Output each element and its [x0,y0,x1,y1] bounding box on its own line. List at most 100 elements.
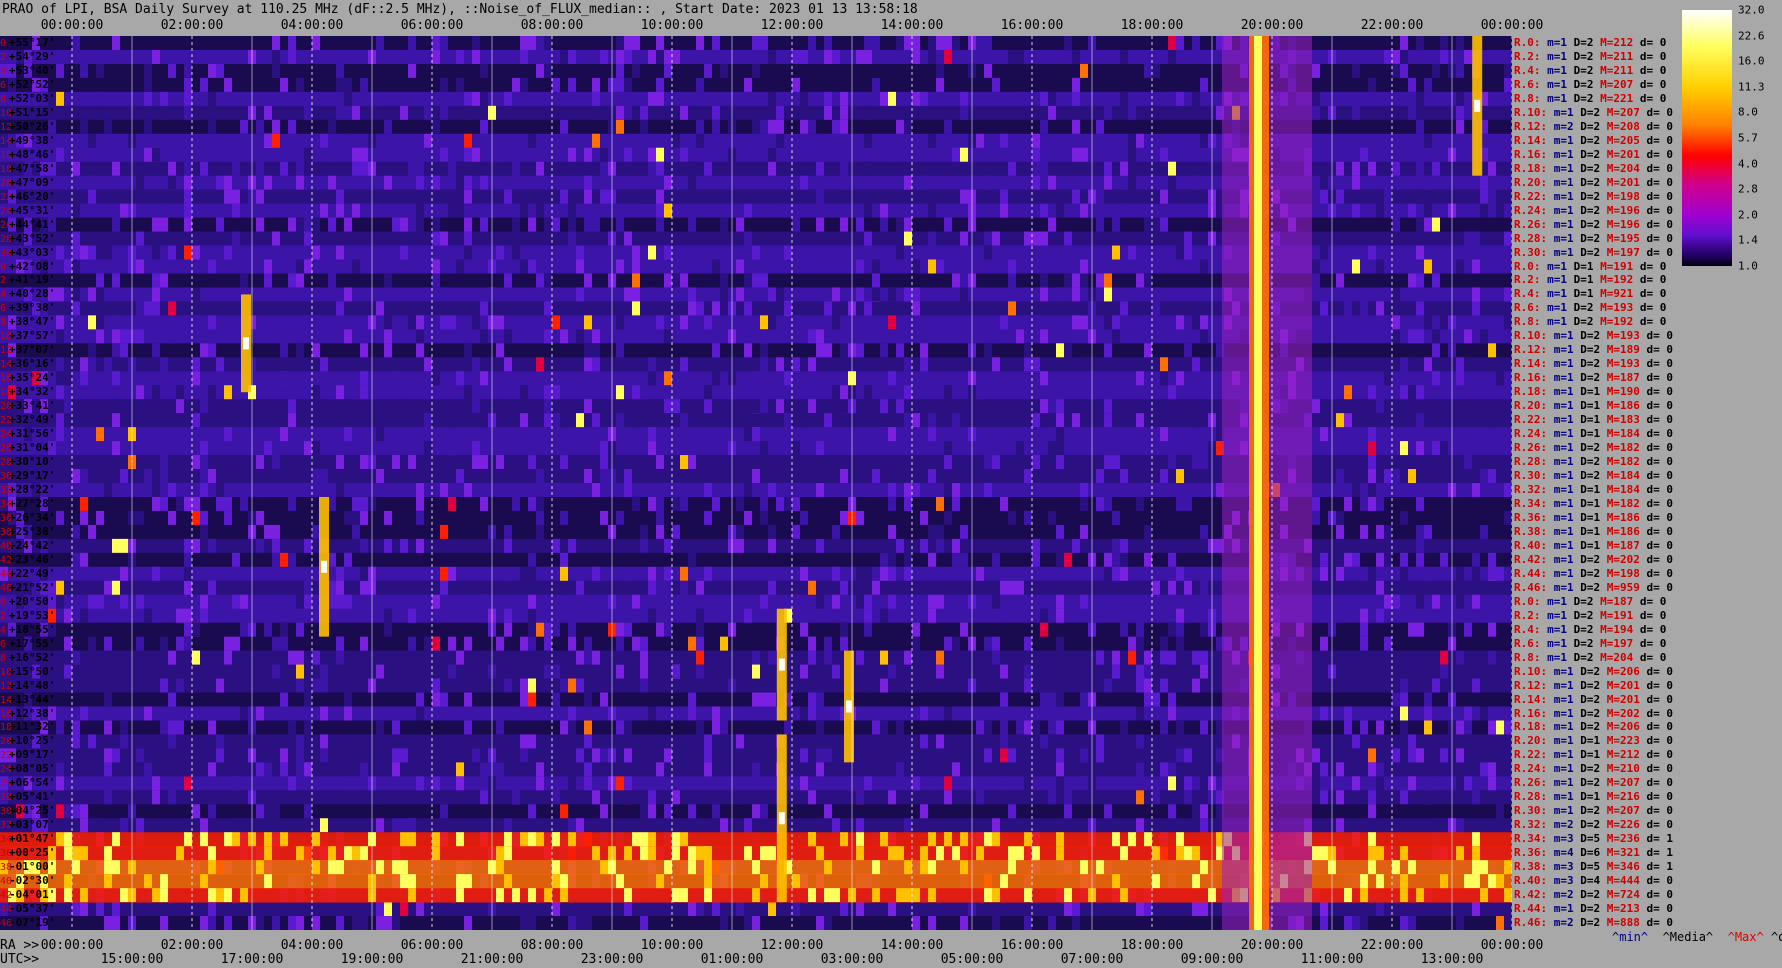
noise-cell [336,455,344,470]
stat-field: R.12: [1514,678,1548,692]
noise-cell [536,664,544,679]
noise-cell [296,678,304,693]
noise-cell [504,538,512,553]
stat-field: m=1 [1547,441,1574,455]
beam-index: 22 [0,415,13,427]
noise-cell [936,594,944,609]
declination-value: +48°46' [9,147,56,161]
noise-cell [72,720,80,735]
noise-cell [696,650,704,665]
noise-cell [504,91,512,106]
noise-cell [64,664,72,679]
noise-cell [360,636,368,651]
noise-cell [416,329,424,344]
noise-cell [304,580,312,595]
noise-cell [312,469,320,483]
noise-cell [1160,678,1168,693]
band-cell [680,888,688,903]
noise-cell [688,455,696,470]
stat-field: d= 0 [1633,63,1667,77]
noise-cell [752,664,760,679]
colorbar-tick: 5.7 [1738,131,1758,145]
declination-label: 18+34°32' [0,385,55,398]
stat-field: R.10: [1514,329,1548,343]
stat-field: R.38: [1514,524,1548,538]
stat-field: M=193 [1593,301,1634,315]
noise-cell [840,636,848,651]
noise-cell [112,399,120,414]
noise-cell [224,189,232,204]
noise-cell [416,692,424,707]
noise-cell [568,678,576,693]
noise-cell [424,636,432,651]
noise-cell [96,315,104,330]
band-cell [1032,846,1040,861]
colorbar-tick: 8.0 [1738,105,1758,119]
noise-cell [1424,259,1432,274]
noise-cell [1488,664,1496,679]
noise-cell [240,133,248,148]
stat-field: m=3 [1547,832,1574,846]
noise-cell [312,217,320,232]
noise-cell [360,343,368,358]
noise-cell [288,916,296,930]
noise-cell [528,496,536,511]
noise-cell [1432,273,1440,288]
noise-cell [768,650,776,665]
stat-field: M=223 [1600,734,1640,748]
band-cell [408,888,416,903]
noise-cell [264,622,272,637]
noise-cell [272,916,280,930]
stat-field: D=1 [1573,510,1601,524]
noise-cell [1168,762,1176,777]
noise-cell [656,189,664,204]
declination-value: +54°29' [9,49,56,63]
noise-cell [400,245,408,260]
stat-field: R.36: [1514,510,1548,524]
noise-cell [912,483,920,497]
noise-cell [824,902,832,917]
beam-stat-row: R.12: m=1 D=2 M=201 d= 0 [1514,679,1673,692]
stat-field: m=1 [1547,371,1574,385]
declination-label: 6 +17°55' [0,637,55,650]
stat-field: D=2 [1573,105,1601,119]
noise-cell [208,580,216,595]
noise-cell [1072,77,1080,92]
noise-cell [200,287,208,302]
noise-cell [1320,301,1328,316]
noise-cell [224,175,232,190]
noise-cell [1040,692,1048,707]
noise-cell [616,343,624,358]
noise-cell [920,175,928,190]
noise-cell [1048,175,1056,190]
declination-value: +32°49' [9,413,56,427]
noise-cell [112,441,120,456]
noise-cell [528,608,536,623]
noise-cell [160,636,168,651]
stat-field: d= 0 [1639,133,1673,147]
noise-cell [208,259,216,274]
noise-cell [1504,483,1512,497]
noise-cell [776,287,784,302]
noise-cell [448,413,456,428]
noise-cell [792,49,800,64]
band-cell [920,860,928,875]
noise-cell [1112,315,1120,330]
noise-cell [568,203,576,218]
noise-cell [1336,510,1344,525]
noise-cell [272,664,280,679]
noise-cell [440,287,448,302]
declination-label: 38-01°00' [0,860,55,873]
noise-cell [920,538,928,553]
noise-cell [656,315,664,330]
noise-cell [96,902,104,917]
noise-cell [904,36,912,50]
noise-cell [184,552,192,567]
noise-cell [600,469,608,483]
noise-cell [272,524,280,539]
noise-cell [800,748,808,763]
declination-value: -01°00' [9,860,56,874]
band-cell [312,832,320,847]
band-cell [824,888,832,903]
noise-cell [1192,175,1200,190]
